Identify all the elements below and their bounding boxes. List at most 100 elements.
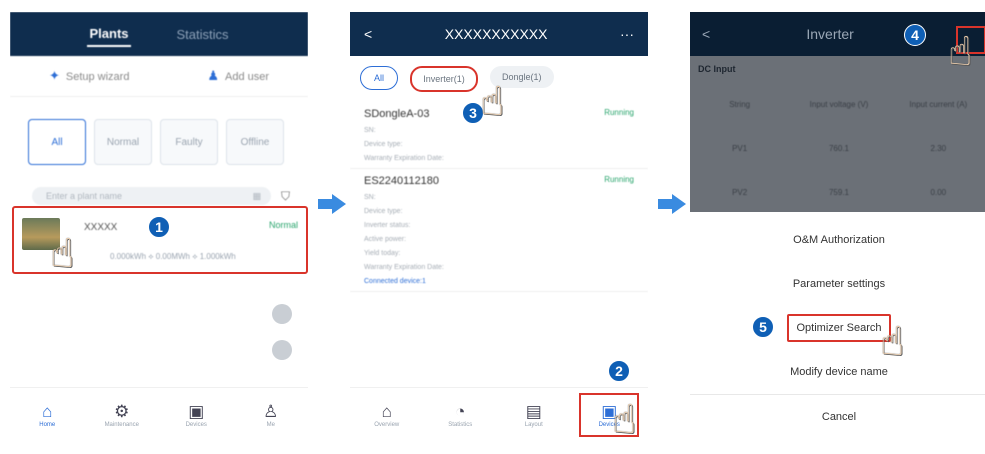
device-status: Running bbox=[604, 108, 634, 117]
plants-screen: Plants Statistics ✦ Setup wizard ♟ Add use… bbox=[10, 12, 308, 442]
chip-inverter[interactable]: Inverter(1) bbox=[410, 66, 478, 92]
cell: 2.30 bbox=[930, 143, 947, 153]
device-name: ES2240112180 bbox=[364, 175, 440, 187]
plant-values: 0.000kWh ⟡ 0.00MWh ⟡ 1.000kWh bbox=[110, 252, 236, 261]
bottom-nav: ⌂ Overview ◔ Statistics ▤ Layout ▣ Devices bbox=[350, 387, 648, 442]
arrow-right-icon bbox=[658, 194, 686, 214]
back-icon[interactable]: < bbox=[702, 26, 710, 42]
action-menu: O&M Authorization Parameter settings Opt… bbox=[690, 218, 985, 439]
device-name: SDongleA-03 bbox=[364, 108, 430, 120]
menu-item-parameter-settings[interactable]: Parameter settings bbox=[690, 262, 985, 306]
step-badge-5: 5 bbox=[752, 316, 774, 338]
inverter-title: Inverter bbox=[806, 26, 854, 42]
quick-actions: ✦ Setup wizard ♟ Add user bbox=[10, 56, 308, 97]
search-placeholder: Enter a plant name bbox=[46, 191, 123, 201]
bottom-nav: ⌂ Home ⚙ Maintenance ▣ Devices ♙ Me bbox=[10, 387, 308, 442]
inverter-header: < Inverter bbox=[690, 12, 985, 56]
table-row: PV2 759.1 0.00 bbox=[690, 170, 985, 214]
optimizer-search-label: Optimizer Search bbox=[786, 314, 892, 342]
filter-faulty[interactable]: Faulty bbox=[160, 119, 218, 165]
cell: 759.1 bbox=[828, 187, 849, 197]
connected-device-link[interactable]: Connected device:1 bbox=[364, 278, 634, 285]
fab-button[interactable] bbox=[272, 340, 292, 360]
nav-overview[interactable]: ⌂ Overview bbox=[359, 402, 415, 428]
devices-icon: ▣ bbox=[188, 402, 205, 421]
device-status: Running bbox=[604, 175, 634, 184]
setup-wizard-icon: ✦ bbox=[48, 68, 60, 83]
device-detail: Device type: bbox=[364, 141, 403, 148]
dc-input-table: String Input voltage (V) Input current (… bbox=[690, 82, 985, 214]
col-current: Input current (A) bbox=[909, 99, 968, 109]
add-user-icon: ♟ bbox=[207, 68, 220, 83]
nav-me[interactable]: ♙ Me bbox=[243, 402, 299, 428]
layout-icon: ▤ bbox=[525, 402, 542, 421]
device-detail: Active power: bbox=[364, 236, 407, 243]
pointing-hand-icon: ☝ bbox=[880, 320, 905, 364]
map-icon[interactable]: ▦ bbox=[252, 191, 261, 202]
nav-maintenance-label: Maintenance bbox=[104, 422, 139, 428]
nav-me-label: Me bbox=[266, 422, 275, 428]
add-user-button[interactable]: ♟ Add user bbox=[207, 68, 269, 84]
plant-name: XXXXX bbox=[84, 222, 118, 233]
nav-devices[interactable]: ▣ Devices bbox=[168, 402, 224, 428]
status-filters: All Normal Faulty Offline bbox=[10, 97, 308, 165]
plant-search: Enter a plant name ▦ ⛉ bbox=[10, 165, 308, 205]
menu-item-optimizer-search[interactable]: Optimizer Search bbox=[690, 306, 985, 350]
chip-all[interactable]: All bbox=[360, 66, 398, 90]
tab-plants[interactable]: Plants bbox=[87, 22, 131, 47]
col-voltage: Input voltage (V) bbox=[809, 99, 869, 109]
nav-statistics[interactable]: ◔ Statistics bbox=[432, 402, 488, 428]
nav-devices-label: Devices bbox=[185, 422, 207, 428]
device-detail: SN: bbox=[364, 127, 376, 134]
step-badge-4: 4 bbox=[904, 24, 926, 46]
cancel-button[interactable]: Cancel bbox=[690, 395, 985, 439]
device-item[interactable]: ES2240112180 Running SN: Device type: Inv… bbox=[350, 169, 648, 292]
col-string: String bbox=[729, 99, 751, 109]
filter-offline[interactable]: Offline bbox=[226, 119, 284, 165]
add-user-label: Add user bbox=[225, 71, 270, 83]
pointing-hand-icon: ☝ bbox=[50, 232, 75, 276]
statistics-icon: ◔ bbox=[455, 402, 466, 421]
nav-home[interactable]: ⌂ Home bbox=[19, 402, 75, 428]
home-icon: ⌂ bbox=[42, 402, 53, 421]
filter-icon[interactable]: ⛉ bbox=[281, 189, 290, 204]
step-badge-2: 2 bbox=[608, 360, 630, 382]
plant-title: XXXXXXXXXXX bbox=[444, 26, 548, 42]
nav-layout[interactable]: ▤ Layout bbox=[506, 402, 562, 428]
plants-header: Plants Statistics bbox=[10, 12, 308, 56]
device-detail: SN: bbox=[364, 194, 376, 201]
devices-screen: < XXXXXXXXXXX ··· All Inverter(1) Dongle… bbox=[350, 12, 648, 442]
back-icon[interactable]: < bbox=[364, 26, 372, 42]
tab-statistics[interactable]: Statistics bbox=[175, 23, 231, 46]
device-detail: Warranty Expiration Date: bbox=[364, 264, 444, 271]
filter-all[interactable]: All bbox=[28, 119, 86, 165]
setup-wizard-label: Setup wizard bbox=[65, 71, 130, 83]
device-detail: Warranty Expiration Date: bbox=[364, 155, 444, 162]
table-row: PV1 760.1 2.30 bbox=[690, 126, 985, 170]
maintenance-icon: ⚙ bbox=[114, 402, 130, 421]
menu-item-om-authorization[interactable]: O&M Authorization bbox=[690, 218, 985, 262]
more-icon[interactable]: ··· bbox=[620, 26, 634, 42]
nav-overview-label: Overview bbox=[374, 422, 400, 428]
dc-input-heading: DC Input bbox=[698, 64, 736, 74]
plant-search-input[interactable]: Enter a plant name ▦ bbox=[32, 187, 271, 205]
setup-wizard-button[interactable]: ✦ Setup wizard bbox=[49, 68, 130, 84]
table-header: String Input voltage (V) Input current (… bbox=[690, 82, 985, 126]
cell: PV2 bbox=[732, 187, 748, 197]
cell: 0.00 bbox=[930, 187, 947, 197]
device-detail: Device type: bbox=[364, 208, 403, 215]
filter-normal[interactable]: Normal bbox=[94, 119, 152, 165]
fab-button[interactable] bbox=[272, 304, 292, 324]
menu-item-modify-device-name[interactable]: Modify device name bbox=[690, 350, 985, 394]
nav-home-label: Home bbox=[39, 422, 56, 428]
cell: 760.1 bbox=[828, 143, 849, 153]
nav-layout-label: Layout bbox=[524, 422, 543, 428]
pointing-hand-icon: ☝ bbox=[612, 398, 637, 442]
step-badge-1: 1 bbox=[148, 216, 170, 238]
cell: PV1 bbox=[732, 143, 748, 153]
device-detail: Yield today: bbox=[364, 250, 401, 257]
nav-maintenance[interactable]: ⚙ Maintenance bbox=[94, 402, 150, 428]
device-detail: Inverter status: bbox=[364, 222, 411, 229]
nav-statistics-label: Statistics bbox=[448, 422, 473, 428]
plant-status: Normal bbox=[268, 220, 298, 230]
